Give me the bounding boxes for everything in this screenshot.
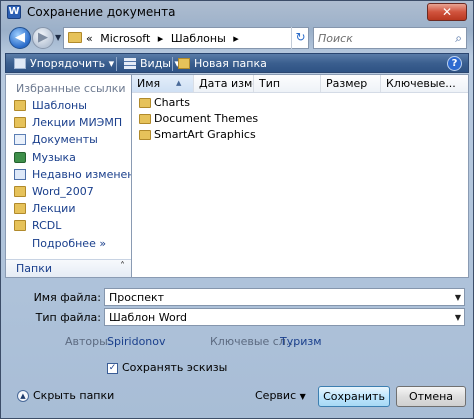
breadcrumb-overflow[interactable]: « [86,32,93,45]
command-bar: Упорядочить ▾ Виды ▾ Новая папка ? [5,53,469,73]
sidebar-item-rcdl[interactable]: RCDL [6,217,131,234]
column-size[interactable]: Размер [321,75,381,92]
organize-button[interactable]: Упорядочить ▾ [14,56,114,71]
folder-icon [139,130,151,140]
breadcrumb-templates[interactable]: Шаблоны [171,32,226,45]
column-date[interactable]: Дата изме... [194,75,254,92]
save-button[interactable]: Сохранить [318,386,390,407]
authors-value[interactable]: Spiridonov [107,335,166,348]
cancel-button[interactable]: Отмена [396,386,466,407]
sidebar-item-documents[interactable]: Документы [6,131,131,148]
forward-button[interactable]: ▶ [32,27,54,49]
help-icon[interactable]: ? [447,56,462,71]
save-dialog: W Сохранение документа ✕ ◀ ▶ ▼ « Microso… [0,0,474,419]
sidebar-item-recent[interactable]: Недавно измененн... [6,166,131,183]
navigation-pane: Избранные ссылки Шаблоны Лекции МИЭМП До… [5,74,132,278]
column-type[interactable]: Тип [254,75,321,92]
folder-icon [14,185,26,197]
keywords-value[interactable]: Туризм [280,335,322,348]
toolbar-divider [172,57,173,71]
favorites-header: Избранные ссылки [16,82,126,95]
file-item-document-themes[interactable]: Document Themes [132,111,258,127]
search-placeholder: Поиск [318,32,353,45]
chevron-down-icon[interactable]: ▼ [455,313,461,322]
breadcrumb-separator[interactable]: ▸ [233,32,239,45]
toolbar-divider [116,57,117,71]
chevron-down-icon: ▼ [299,392,306,401]
file-list: Имя▲ Дата изме... Тип Размер Ключевые...… [132,74,469,278]
filename-value: Проспект [109,291,165,304]
folder-icon [68,32,82,43]
folders-toggle[interactable]: Папки ˄ [6,259,131,277]
tools-button[interactable]: Сервис ▼ [255,389,306,402]
save-thumbnail-checkbox[interactable]: ✓ [107,363,118,374]
save-thumbnail-label[interactable]: Сохранять эскизы [122,361,227,374]
file-item-smartart-graphics[interactable]: SmartArt Graphics [132,127,258,143]
breadcrumb-microsoft[interactable]: Microsoft [100,32,150,45]
authors-label: Авторы: [65,335,112,348]
column-header-row: Имя▲ Дата изме... Тип Размер Ключевые... [132,75,468,93]
chevron-up-icon[interactable]: ▲ [17,390,29,402]
file-item-charts[interactable]: Charts [132,95,258,111]
new-folder-icon [178,58,190,69]
new-folder-button[interactable]: Новая папка [178,56,267,71]
favorites-list: Шаблоны Лекции МИЭМП Документы Музыка Не… [6,97,131,235]
address-bar[interactable]: « Microsoft ▸ Шаблоны ▸ [63,27,309,49]
folder-icon [139,114,151,124]
filetype-select[interactable]: Шаблон Word ▼ [104,308,465,326]
filename-field[interactable]: Проспект ▼ [104,288,465,306]
recent-pages-dropdown[interactable]: ▼ [55,33,61,42]
sidebar-item-lectures[interactable]: Лекции [6,200,131,217]
file-rows: Charts Document Themes SmartArt Graphics [132,95,258,143]
folder-icon [14,100,26,111]
column-name[interactable]: Имя ▲ [132,75,194,92]
search-icon[interactable]: ⌕ [455,31,462,46]
views-icon [124,58,136,69]
folders-label: Папки [16,262,52,275]
sidebar-item-templates[interactable]: Шаблоны [6,97,131,114]
more-link[interactable]: Подробнее » [32,237,106,250]
breadcrumb-separator[interactable]: ▸ [158,32,164,45]
sidebar-item-music[interactable]: Музыка [6,149,131,166]
sort-indicator-icon: ▲ [176,79,182,87]
folder-icon [14,117,26,129]
column-keywords[interactable]: Ключевые... [381,75,468,92]
recent-icon [14,168,26,180]
close-button[interactable]: ✕ [427,3,467,21]
refresh-icon[interactable]: ↻ [291,27,309,49]
double-chevron-icon: » [99,237,107,250]
folder-icon [139,98,151,108]
title-bar: W Сохранение документа ✕ [1,1,473,23]
chevron-down-icon[interactable]: ▼ [455,293,461,302]
filetype-value: Шаблон Word [109,311,188,324]
organize-icon [14,58,26,69]
filetype-label: Тип файла: [35,311,101,324]
chevron-up-icon: ˄ [120,261,125,272]
hide-folders-button[interactable]: Скрыть папки [33,389,114,402]
breadcrumb: « Microsoft ▸ Шаблоны ▸ [86,32,243,45]
back-button[interactable]: ◀ [9,27,31,49]
documents-icon [14,134,26,146]
filename-label: Имя файла: [33,291,101,304]
sidebar-item-word-2007[interactable]: Word_2007 [6,183,131,200]
word-app-icon: W [7,5,21,19]
folder-icon [14,203,26,215]
music-icon [14,151,26,163]
search-input[interactable]: Поиск ⌕ [313,27,467,49]
sidebar-item-lectures-miemp[interactable]: Лекции МИЭМП [6,114,131,131]
folder-icon [14,220,26,232]
window-title: Сохранение документа [27,5,176,19]
